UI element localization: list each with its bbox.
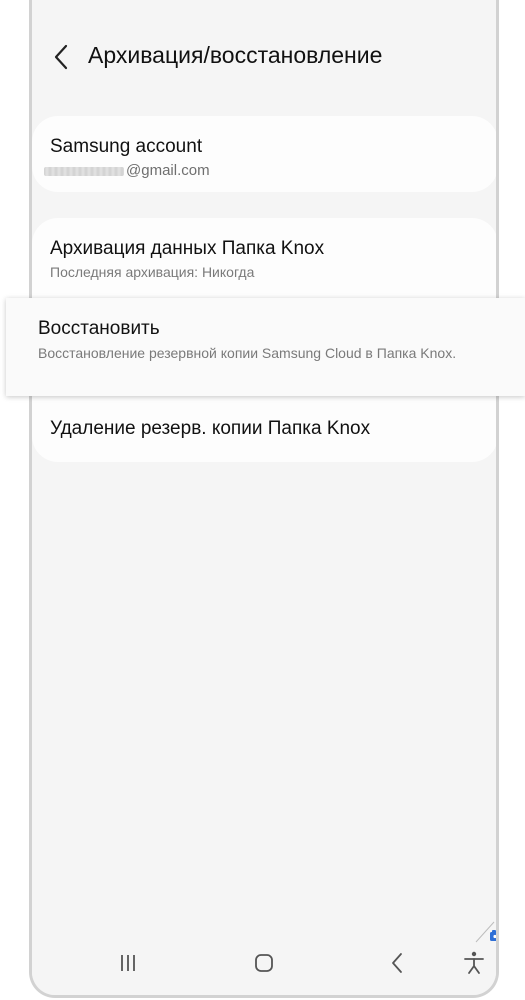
account-email-suffix: @gmail.com <box>126 162 210 179</box>
app-bar: Архивация/восстановление <box>32 30 496 86</box>
list-item-restore[interactable]: Восстановить Восстановление резервной ко… <box>6 298 525 396</box>
backup-subtitle: Последняя архивация: Никогда <box>50 264 255 280</box>
screen: Архивация/восстановление Samsung account… <box>32 0 496 995</box>
system-navigation-bar <box>32 937 496 995</box>
back-icon[interactable] <box>384 949 412 977</box>
home-icon[interactable] <box>250 949 278 977</box>
samsung-account-card[interactable]: Samsung account @gmail.com <box>32 116 496 192</box>
list-item-delete-backup[interactable]: Удаление резерв. копии Папка Knox <box>32 404 496 456</box>
page-title: Архивация/восстановление <box>88 42 383 68</box>
restore-subtitle: Восстановление резервной копии Samsung C… <box>38 345 457 361</box>
accessibility-icon[interactable] <box>460 949 488 977</box>
list-item-backup[interactable]: Архивация данных Папка Knox Последняя ар… <box>32 218 496 298</box>
restore-title: Восстановить <box>38 318 160 339</box>
account-email: @gmail.com <box>44 162 210 179</box>
chevron-left-icon[interactable] <box>50 42 74 72</box>
delete-backup-title: Удаление резерв. копии Папка Knox <box>50 418 371 439</box>
backup-title: Архивация данных Папка Knox <box>50 238 325 259</box>
device-frame: Архивация/восстановление Samsung account… <box>29 0 499 998</box>
masked-email-prefix <box>44 166 124 176</box>
account-title: Samsung account <box>50 136 203 157</box>
recents-icon[interactable] <box>114 949 142 977</box>
